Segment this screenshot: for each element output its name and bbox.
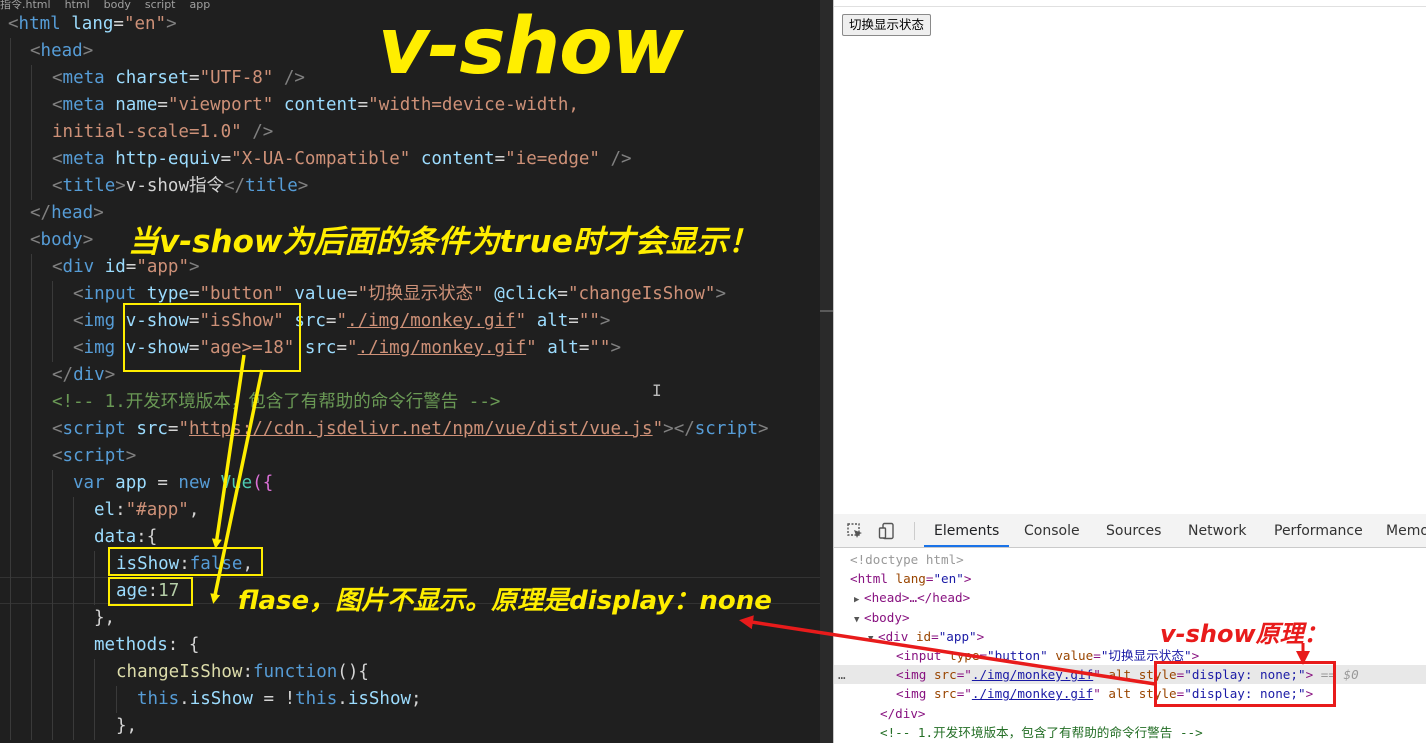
code-line-26: this.isShow = !this.isShow;: [0, 686, 820, 713]
code-line-17: <script>: [0, 443, 820, 470]
annotation-principle: v-show原理：: [1160, 620, 1328, 648]
dom-node-img-2[interactable]: <img src="./img/monkey.gif" alt style="d…: [834, 684, 1426, 703]
tab-elements[interactable]: Elements: [923, 514, 1010, 547]
highlight-display-none: [1154, 661, 1336, 707]
dom-node-img-1[interactable]: … <img src="./img/monkey.gif" alt style="…: [834, 665, 1426, 685]
dom-node-comment[interactable]: <!-- 1.开发环境版本，包含了有帮助的命令行警告 -->: [834, 723, 1426, 742]
code-line-24: methods: {: [0, 632, 820, 659]
code-line-19: el:"#app",: [0, 497, 820, 524]
code-line-7: <title>v-show指令</title>: [0, 173, 820, 200]
tab-separator: [914, 522, 915, 540]
code-line-27: },: [0, 713, 820, 740]
dom-node-div-app[interactable]: ▼ <div id="app">: [834, 627, 1426, 646]
highlight-isshow-false: [108, 547, 263, 576]
dom-tree[interactable]: <!doctype html> <html lang="en"> ▶ <head>…: [834, 550, 1426, 742]
browser-top-border: [834, 6, 1426, 7]
breadcrumb-body[interactable]: body: [104, 0, 131, 10]
browser-viewport: 切换显示状态: [833, 0, 1426, 514]
tab-network[interactable]: Network: [1188, 514, 1246, 547]
text-cursor-icon: Ι: [652, 381, 662, 400]
editor-scrollbar[interactable]: [820, 0, 833, 743]
dom-node-input[interactable]: <input type="button" value="切换显示状态">: [834, 646, 1426, 665]
annotation-false-note: flase，图片不显示。原理是display：none: [238, 586, 772, 616]
code-line-25: changeIsShow:function(){: [0, 659, 820, 686]
highlight-vshow-attrs: [123, 303, 301, 372]
code-line-16: <script src="https://cdn.jsdelivr.net/np…: [0, 416, 820, 443]
devtools-tab-bar: Elements Console Sources Network Perform…: [834, 514, 1426, 548]
more-options-icon[interactable]: …: [838, 665, 846, 684]
annotation-condition: 当v-show为后面的条件为true时才会显示！: [128, 224, 759, 260]
breadcrumb-file[interactable]: 指令.html: [0, 0, 51, 10]
code-line-6: <meta http-equiv="X-UA-Compatible" conte…: [0, 146, 820, 173]
dom-node-head[interactable]: ▶ <head>…</head>: [834, 588, 1426, 607]
breadcrumb-script[interactable]: script: [145, 0, 176, 10]
tab-memory[interactable]: Memo: [1386, 514, 1426, 547]
dom-node-body[interactable]: ▼ <body>: [834, 608, 1426, 627]
annotation-title: v-show: [378, 2, 684, 92]
highlight-age-17: [108, 577, 193, 606]
breadcrumb-app[interactable]: app: [190, 0, 211, 10]
code-line-15: <!-- 1.开发环境版本，包含了有帮助的命令行警告 -->: [0, 389, 820, 416]
code-lines[interactable]: <html lang="en"> <head> <meta charset="U…: [0, 11, 820, 740]
code-line-4: <meta name="viewport" content="width=dev…: [0, 92, 820, 119]
code-line-5: initial-scale=1.0" />: [0, 119, 820, 146]
tab-console[interactable]: Console: [1024, 514, 1080, 547]
device-toolbar-icon[interactable]: [878, 522, 896, 540]
dom-node-doctype[interactable]: <!doctype html>: [834, 550, 1426, 569]
code-line-18: var app = new Vue({: [0, 470, 820, 497]
dom-node-div-close[interactable]: </div>: [834, 704, 1426, 723]
inspect-element-icon[interactable]: [846, 522, 864, 540]
toggle-display-button[interactable]: 切换显示状态: [842, 14, 932, 36]
breadcrumb-html[interactable]: html: [65, 0, 90, 10]
scrollbar-marker: [820, 310, 833, 312]
tab-performance[interactable]: Performance: [1274, 514, 1363, 547]
devtools-panel: Elements Console Sources Network Perform…: [833, 514, 1426, 743]
tab-sources[interactable]: Sources: [1106, 514, 1161, 547]
dom-node-html[interactable]: <html lang="en">: [834, 569, 1426, 588]
